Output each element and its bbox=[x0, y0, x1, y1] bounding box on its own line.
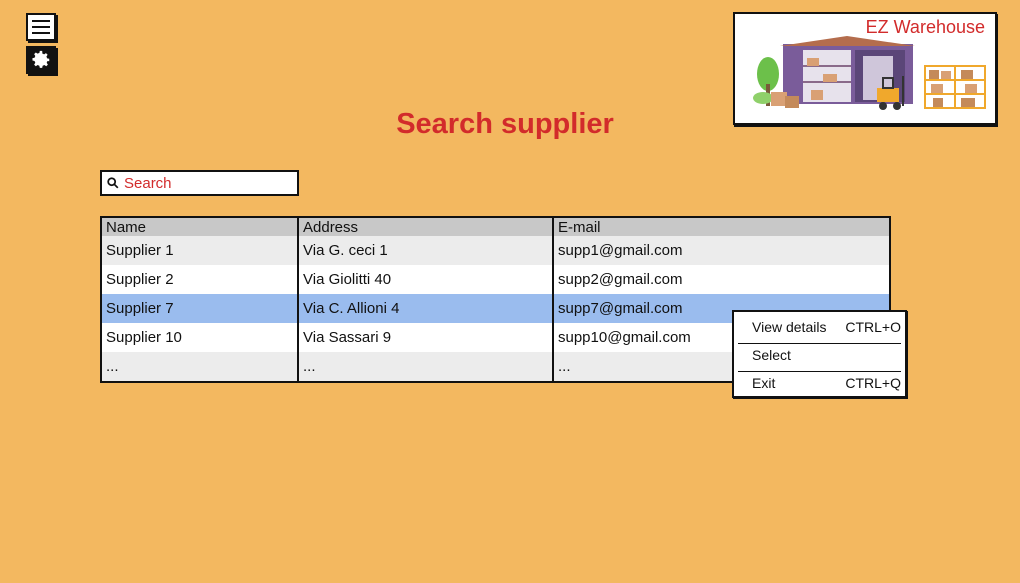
menu-item-shortcut: CTRL+O bbox=[845, 319, 901, 335]
supplier-address-cell: ... bbox=[299, 352, 554, 381]
logo-title: EZ Warehouse bbox=[865, 17, 985, 37]
column-header-name[interactable]: Name bbox=[102, 218, 299, 236]
menu-button[interactable] bbox=[26, 13, 56, 41]
gear-icon bbox=[32, 50, 50, 68]
supplier-address-cell: Via G. ceci 1 bbox=[299, 236, 554, 265]
supplier-name-cell: Supplier 1 bbox=[102, 236, 299, 265]
table-row[interactable]: Supplier 2 Via Giolitti 40 supp2@gmail.c… bbox=[102, 265, 889, 294]
supplier-address-cell: Via Sassari 9 bbox=[299, 323, 554, 352]
menu-item-exit[interactable]: Exit CTRL+Q bbox=[752, 375, 901, 391]
menu-item-select[interactable]: Select bbox=[752, 347, 901, 363]
supplier-email-cell: supp2@gmail.com bbox=[558, 271, 683, 288]
supplier-name-cell: Supplier 7 bbox=[102, 294, 299, 323]
menu-item-label: Exit bbox=[752, 375, 776, 391]
menu-item-shortcut: CTRL+Q bbox=[845, 375, 901, 391]
menu-divider bbox=[738, 371, 901, 372]
settings-button[interactable] bbox=[26, 46, 56, 74]
table-row[interactable]: Supplier 1 Via G. ceci 1 supp1@gmail.com bbox=[102, 236, 889, 265]
supplier-name-cell: Supplier 2 bbox=[102, 265, 299, 294]
search-icon bbox=[107, 177, 119, 189]
supplier-name-cell: ... bbox=[102, 352, 299, 381]
menu-item-label: Select bbox=[752, 347, 791, 363]
column-header-address[interactable]: Address bbox=[299, 218, 554, 236]
search-box[interactable] bbox=[100, 170, 299, 196]
table-header: Name Address E-mail bbox=[102, 218, 889, 236]
search-input[interactable] bbox=[124, 174, 284, 192]
column-header-email[interactable]: E-mail bbox=[554, 218, 889, 236]
supplier-email-cell: supp1@gmail.com bbox=[558, 242, 683, 259]
menu-divider bbox=[738, 343, 901, 344]
context-menu: View details CTRL+O Select Exit CTRL+Q bbox=[732, 310, 907, 398]
menu-item-label: View details bbox=[752, 319, 827, 335]
supplier-address-cell: Via Giolitti 40 bbox=[299, 265, 554, 294]
supplier-address-cell: Via C. Allioni 4 bbox=[299, 294, 554, 323]
page-title: Search supplier bbox=[396, 108, 614, 140]
supplier-name-cell: Supplier 10 bbox=[102, 323, 299, 352]
hamburger-menu-icon bbox=[32, 20, 50, 34]
menu-item-view-details[interactable]: View details CTRL+O bbox=[752, 319, 901, 335]
